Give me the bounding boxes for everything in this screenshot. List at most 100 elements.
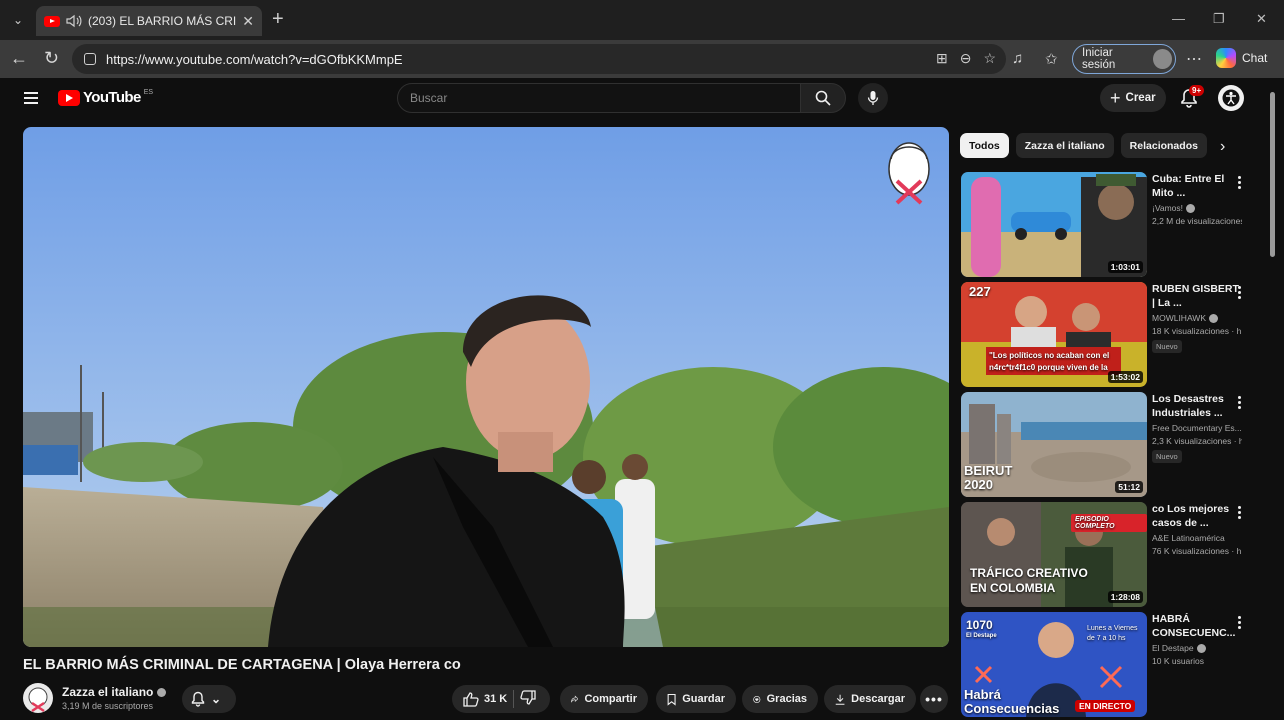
browser-more-icon[interactable]: ⋯ [1186,49,1202,69]
rec-views: 2,3 K visualizaciones · h [1152,436,1242,446]
video-duration: 1:03:01 [1107,261,1143,273]
chevron-down-icon: ⌄ [211,692,222,706]
signin-button[interactable]: Iniciar sesión [1072,44,1176,74]
video-thumbnail[interactable]: BEIRUT 2020 51:12 [961,392,1147,497]
more-vertical-icon[interactable] [1237,286,1241,299]
more-vertical-icon[interactable] [1237,176,1241,189]
address-bar[interactable]: https://www.youtube.com/watch?v=dGOfbKKM… [72,44,1006,74]
thumb-schedule: Lunes a Viernes de 7 a 10 hs [1087,625,1138,642]
thanks-button[interactable]: Gracias [742,685,818,713]
tab-title: (203) EL BARRIO MÁS CRIMINAL DE CARTAGEN… [88,14,237,28]
channel-avatar[interactable] [23,683,53,713]
browser-toolbar: ← ↻ https://www.youtube.com/watch?v=dGOf… [0,40,1284,78]
thumb-caption: Habrá Consecuencias [964,687,1060,716]
recommendation-item[interactable]: BEIRUT 2020 51:12 Los Desastres Industri… [961,392,1251,497]
rec-channel: A&E Latinoamérica [1152,533,1225,543]
rec-channel: MOWLIHAWK [1152,313,1242,323]
download-icon [835,694,845,705]
live-badge: EN DIRECTO [1075,700,1136,712]
video-thumbnail[interactable]: 227 "Los políticos no acaban con el n4rc… [961,282,1147,387]
new-tab-icon[interactable]: + [272,9,284,29]
copilot-chat-button[interactable]: Chat [1216,48,1267,68]
more-vertical-icon[interactable] [1237,616,1241,629]
more-actions-button[interactable]: ••• [920,685,948,713]
rec-views: 10 K usuarios [1152,656,1204,666]
tab-list-chevron-icon[interactable]: ⌄ [6,9,30,31]
chip-channel[interactable]: Zazza el italiano [1015,133,1114,158]
like-button[interactable]: 31 K [463,691,508,707]
site-info-icon[interactable] [84,53,96,65]
copilot-icon [1216,48,1236,68]
window-close-icon[interactable]: ✕ [1256,11,1267,27]
download-button[interactable]: Descargar [824,685,916,713]
thanks-label: Gracias [766,693,807,705]
media-control-icon[interactable]: ♫ [1012,50,1023,67]
back-arrow-icon[interactable]: ← [10,49,28,67]
speaker-icon[interactable] [66,14,82,28]
recommendation-item[interactable]: 227 "Los políticos no acaban con el n4rc… [961,282,1251,387]
more-vertical-icon[interactable] [1237,396,1241,409]
voice-search-button[interactable] [858,83,888,113]
youtube-header: YouTube ES + Crear 9+ [0,78,1284,120]
recommendation-item[interactable]: 1:03:01 Cuba: Entre El Mito ... ¡Vamos! … [961,172,1251,277]
chat-label: Chat [1242,51,1268,65]
favorite-star-icon[interactable]: ☆ [983,50,996,67]
profile-avatar-icon [1153,49,1172,69]
thumb-brand: 1070 [966,618,993,632]
rec-views: 2,2 M de visualizaciones [1152,216,1242,226]
thumb-tag: EPISODIO COMPLETO [1071,514,1147,532]
browser-tab-active[interactable]: (203) EL BARRIO MÁS CRIMINAL DE CARTAGEN… [36,6,262,36]
notification-badge: 9+ [1189,85,1205,96]
recommendation-item[interactable]: EPISODIO COMPLETO TRÁFICO CREATIVO EN CO… [961,502,1251,607]
video-thumbnail[interactable]: 1070 El Destape Lunes a Viernes de 7 a 1… [961,612,1147,717]
verified-check-icon [157,687,167,697]
thanks-heart-dollar-icon [753,695,761,703]
recommendation-item[interactable]: 1070 El Destape Lunes a Viernes de 7 a 1… [961,612,1251,717]
thumb-caption: TRÁFICO CREATIVO EN COLOMBIA [970,566,1088,595]
tab-close-icon[interactable]: ✕ [242,13,254,30]
video-player[interactable] [23,127,949,647]
save-button[interactable]: Guardar [656,685,736,713]
channel-name: Zazza el italiano [62,685,154,699]
menu-hamburger-icon[interactable] [24,92,38,104]
reload-icon[interactable]: ↻ [44,49,59,67]
app-available-icon[interactable]: ⊞ [936,50,948,67]
video-frame [23,127,949,647]
video-thumbnail[interactable]: 1:03:01 [961,172,1147,277]
search-input[interactable] [410,91,800,105]
verified-check-icon [1209,313,1218,323]
create-label: Crear [1125,92,1156,104]
youtube-logo[interactable]: YouTube ES [58,89,153,106]
share-icon [571,695,579,703]
channel-watermark-icon [888,142,930,205]
plus-icon: + [1110,88,1121,108]
youtube-logo-text: YouTube [83,89,141,106]
chip-todos[interactable]: Todos [960,133,1009,158]
more-horizontal-icon: ••• [925,691,943,707]
video-thumbnail[interactable]: EPISODIO COMPLETO TRÁFICO CREATIVO EN CO… [961,502,1147,607]
chevron-right-icon[interactable]: › [1220,138,1225,156]
favorites-icon[interactable]: ✩ [1045,50,1058,68]
search-button[interactable] [800,83,846,113]
microphone-icon [867,91,879,105]
zoom-icon[interactable]: ⊖ [960,50,972,67]
user-avatar[interactable] [1218,85,1244,111]
dislike-button[interactable] [520,690,536,708]
rec-channel-name: El Destape [1152,643,1194,653]
notifications-button[interactable]: 9+ [1180,85,1205,110]
thumb-episode-number: 227 [969,284,991,299]
share-button[interactable]: Compartir [560,685,648,713]
like-count: 31 K [484,693,508,705]
restore-icon[interactable]: ❐ [1213,11,1225,27]
create-button[interactable]: + Crear [1100,84,1166,112]
search-field[interactable] [397,83,801,113]
like-divider [513,690,515,708]
minimize-icon[interactable]: — [1172,11,1185,26]
more-vertical-icon[interactable] [1237,506,1241,519]
accessibility-avatar-icon [1222,89,1240,107]
channel-name-link[interactable]: Zazza el italiano [62,685,167,699]
scrollbar-thumb[interactable] [1270,92,1275,257]
subscription-bell-button[interactable]: ⌄ [182,685,236,713]
rec-channel-name: ¡Vamos! [1152,203,1184,213]
chip-related[interactable]: Relacionados [1120,133,1207,158]
